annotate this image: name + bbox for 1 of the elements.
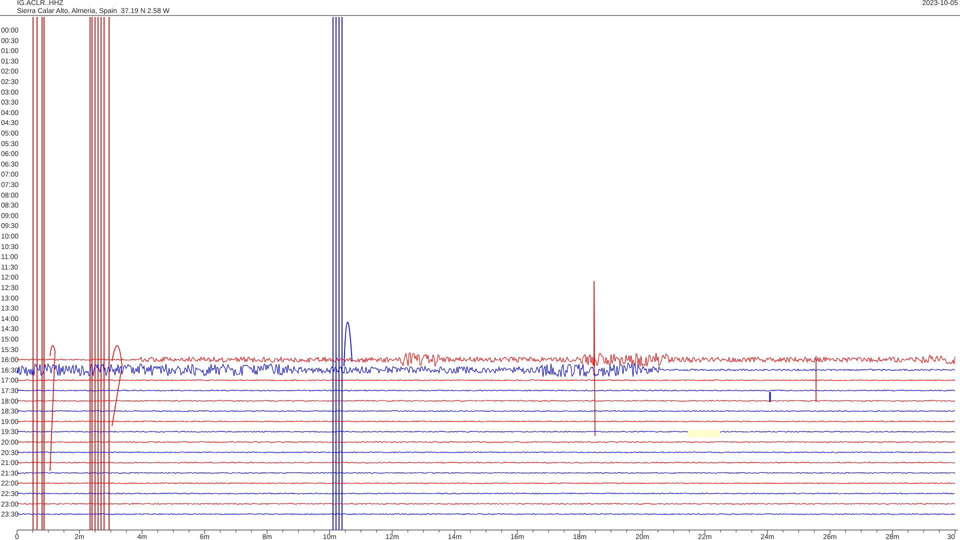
highlight-marker — [688, 430, 720, 437]
